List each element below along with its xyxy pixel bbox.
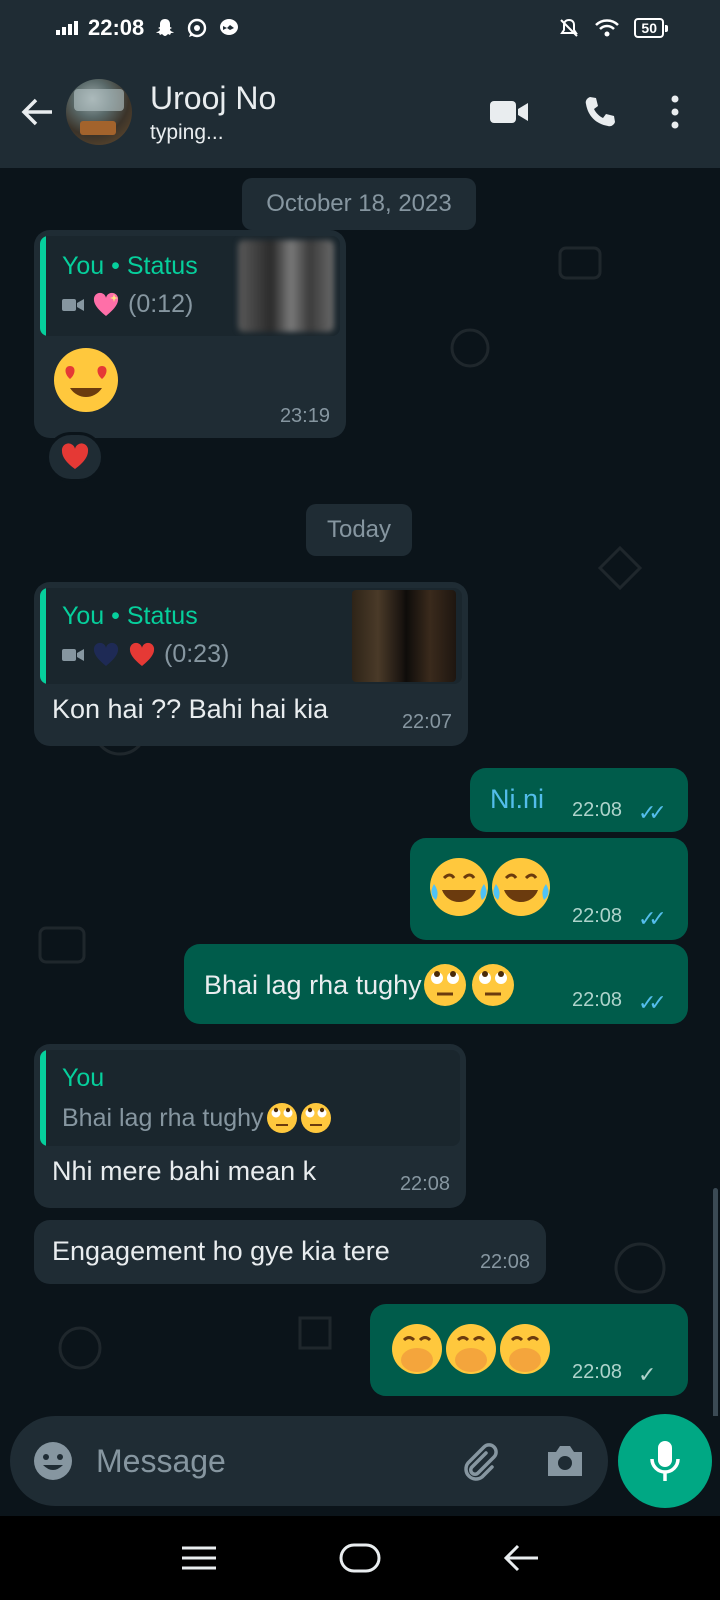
quote-title: You • Status xyxy=(62,602,198,630)
reaction-heart[interactable] xyxy=(46,432,104,482)
red-heart-icon xyxy=(61,443,89,469)
snapchat-icon xyxy=(156,19,175,36)
message-time: 22:08 xyxy=(572,1361,623,1383)
quote-title: You xyxy=(62,1064,105,1092)
video-icon xyxy=(62,298,84,311)
hand-over-mouth-emoji xyxy=(390,1322,552,1383)
outgoing-message[interactable]: Bhai lag rha tughy 22:08 ✓✓ xyxy=(184,944,688,1024)
attach-icon[interactable] xyxy=(456,1439,500,1483)
sent-tick-icon: ✓ xyxy=(638,1362,657,1387)
home-icon[interactable] xyxy=(338,1542,382,1574)
outgoing-message[interactable]: 22:08 ✓✓ xyxy=(410,838,688,940)
video-icon xyxy=(62,648,84,661)
read-ticks-icon: ✓✓ xyxy=(638,800,667,825)
chat-header: Urooj No typing... xyxy=(0,56,720,168)
menu-icon[interactable] xyxy=(180,1545,218,1571)
battery-icon: 50 xyxy=(634,18,668,38)
outgoing-message[interactable]: 22:08 ✓ xyxy=(370,1304,688,1396)
wifi-icon xyxy=(595,19,620,37)
message-text: Kon hai ?? Bahi hai kia xyxy=(52,694,329,724)
status-quote[interactable]: You • Status (0:23) xyxy=(40,588,462,684)
red-heart-icon xyxy=(129,642,155,666)
heart-eyes-emoji xyxy=(52,346,120,421)
incoming-message[interactable]: Engagement ho gye kia tere 22:08 xyxy=(34,1220,546,1284)
clock: 22:08 xyxy=(88,15,145,40)
status-duration: (0:23) xyxy=(164,640,230,668)
message-time: 22:08 xyxy=(572,989,623,1011)
incoming-message[interactable]: You • Status (0:12) 23:19 xyxy=(34,230,346,438)
microphone-icon xyxy=(650,1441,680,1481)
dark-blue-heart-icon xyxy=(93,642,119,666)
chat-area[interactable]: October 18, 2023 You • Status (0:12) 23:… xyxy=(0,168,720,1416)
message-time: 22:08 xyxy=(399,1173,450,1195)
contact-info[interactable]: Urooj No typing... xyxy=(150,79,488,145)
more-options-icon[interactable] xyxy=(670,94,680,130)
reply-quote[interactable]: You Bhai lag rha tughy xyxy=(40,1050,460,1146)
status-thumbnail[interactable] xyxy=(238,240,334,332)
emoji-icon[interactable] xyxy=(32,1440,74,1482)
date-label: Today xyxy=(326,516,392,543)
voice-message-button[interactable] xyxy=(618,1414,712,1508)
signal-icon xyxy=(56,21,78,35)
back-button[interactable] xyxy=(12,97,62,127)
message-text: Ni.ni xyxy=(490,784,545,814)
system-nav-bar xyxy=(0,1516,720,1600)
date-divider: Today xyxy=(306,504,412,556)
voice-call-icon[interactable] xyxy=(582,94,618,130)
contact-status: typing... xyxy=(150,121,224,144)
message-text: Nhi mere bahi mean k xyxy=(52,1156,317,1186)
messenger-icon xyxy=(220,19,239,35)
message-text: Engagement ho gye kia tere xyxy=(52,1236,390,1266)
contact-name: Urooj No xyxy=(150,80,277,116)
camera-icon[interactable] xyxy=(544,1442,586,1480)
date-divider: October 18, 2023 xyxy=(242,178,476,230)
tears-of-joy-emoji xyxy=(428,856,552,925)
message-time: 22:08 xyxy=(572,799,623,821)
arrow-left-icon xyxy=(21,98,52,126)
message-time: 22:08 xyxy=(479,1251,530,1273)
message-input-bar: Message xyxy=(10,1416,608,1506)
quote-text: Bhai lag rha tughy xyxy=(62,1103,264,1132)
video-call-icon[interactable] xyxy=(488,97,530,127)
mute-bell-icon xyxy=(560,18,579,37)
message-input[interactable]: Message xyxy=(96,1443,456,1480)
message-time: 22:08 xyxy=(572,905,623,927)
sparkling-heart-icon xyxy=(93,292,119,316)
message-time: 23:19 xyxy=(279,405,330,427)
message-time: 22:07 xyxy=(401,711,452,733)
incoming-message[interactable]: You • Status (0:23) Kon hai ?? Bahi hai … xyxy=(34,582,468,746)
date-label: October 18, 2023 xyxy=(266,190,452,217)
status-duration: (0:12) xyxy=(128,290,194,318)
quote-title: You • Status xyxy=(62,252,198,280)
whatsapp-icon xyxy=(188,18,207,38)
outgoing-message[interactable]: Ni.ni 22:08 ✓✓ xyxy=(470,768,688,832)
read-ticks-icon: ✓✓ xyxy=(638,906,667,931)
eye-roll-emoji xyxy=(423,964,514,1006)
contact-avatar[interactable] xyxy=(66,79,132,145)
incoming-message[interactable]: You Bhai lag rha tughy Nhi mere bahi mea… xyxy=(34,1044,466,1208)
status-thumbnail[interactable] xyxy=(352,590,456,682)
eye-roll-emoji xyxy=(266,1103,331,1133)
status-bar: 22:08 50 xyxy=(0,0,720,56)
scrollbar[interactable] xyxy=(713,1188,718,1416)
status-quote[interactable]: You • Status (0:12) xyxy=(40,236,340,336)
read-ticks-icon: ✓✓ xyxy=(638,990,667,1015)
back-nav-icon[interactable] xyxy=(502,1543,540,1573)
message-text: Bhai lag rha tughy xyxy=(204,969,422,1000)
